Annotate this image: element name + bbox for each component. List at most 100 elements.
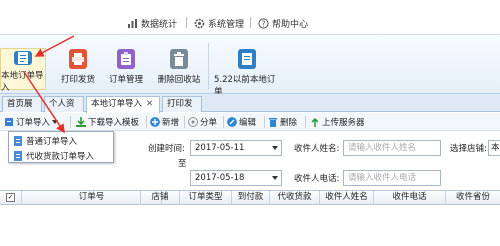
svg-text:?: ?	[262, 19, 266, 28]
created-time-label: 创建时间:	[148, 144, 185, 154]
delete-label: 删除	[280, 118, 298, 128]
toolbar-divider	[70, 116, 71, 128]
order-import-dropdown-button[interactable]: 订单导入	[4, 115, 59, 129]
ribbon-import-label: 本地订单导入	[1, 71, 44, 93]
gear-icon	[194, 18, 205, 28]
delete-button[interactable]: 删除	[268, 115, 297, 129]
edit-button[interactable]: 编辑	[227, 115, 256, 129]
col-collection[interactable]: 代收货款	[270, 191, 320, 205]
col-receiver-name[interactable]: 收件人姓名	[320, 191, 374, 205]
to-label: 至	[178, 159, 187, 169]
tab-print-ship[interactable]: 打印发货	[162, 96, 202, 124]
date-to-select[interactable]: 2017-05-18	[190, 170, 282, 186]
chart-icon	[128, 18, 137, 28]
split-button[interactable]: 分单	[188, 115, 217, 129]
ribbon-print-button[interactable]: 打印发货	[58, 49, 98, 85]
ribbon-print-label: 打印发货	[60, 75, 95, 85]
receiver-phone-placeholder: 请输入收件人电话	[348, 173, 417, 183]
upload-server-button[interactable]: 上传服务器	[310, 115, 365, 129]
col-receiver-province[interactable]: 收件省份	[446, 191, 500, 205]
receiver-name-label: 收件人姓名:	[294, 144, 340, 154]
help-icon: ?	[258, 17, 269, 29]
chevron-down-icon	[272, 146, 278, 150]
divider	[250, 17, 251, 28]
ribbon-recycle-label: 删除回收站	[157, 75, 201, 85]
download-template-label: 下载导入模板	[88, 118, 140, 128]
divider	[186, 17, 187, 28]
plus-circle-icon	[150, 117, 160, 127]
receiver-name-input[interactable]: 请输入收件人姓名	[343, 140, 441, 156]
receiver-name-placeholder: 请输入收件人姓名	[348, 143, 417, 153]
toolbar-divider	[264, 116, 265, 128]
new-label: 新增	[162, 118, 180, 128]
order-grid: ✓ 订单号 店铺 订单类型 到付款 代收货款 收件人姓名 收件电话 收件省份	[0, 190, 500, 246]
ribbon-import-button[interactable]: 本地订单导入	[0, 48, 46, 93]
ribbon: 本地订单导入 打印发货 订单管理 删除回收站 5.22以前本地订单	[0, 34, 500, 97]
shop-value: 本	[491, 143, 500, 153]
shop-label: 选择店铺:	[450, 144, 487, 154]
col-cod-pay[interactable]: 到付款	[232, 191, 270, 205]
edit-label: 编辑	[239, 118, 257, 128]
select-all-cell: ✓	[0, 191, 22, 205]
download-icon	[76, 117, 86, 127]
toolbar-divider	[184, 116, 185, 128]
date-from-value: 2017-05-11	[195, 143, 245, 153]
chevron-down-icon	[272, 176, 278, 180]
tab-strip: 首页展示 个人资料 本地订单导入✕ 打印发货	[0, 94, 500, 124]
topbar-system-link[interactable]: 系统管理	[194, 16, 244, 30]
topbar-stats-label: 数据统计	[141, 19, 178, 30]
date-to-value: 2017-05-18	[195, 173, 245, 183]
topbar-stats-link[interactable]: 数据统计	[127, 16, 177, 30]
topbar-help-label: 帮助中心	[272, 19, 309, 30]
ribbon-order-manage-label: 订单管理	[108, 75, 143, 85]
menu-item-normal-import[interactable]: 普通订单导入	[13, 134, 77, 148]
chevron-down-icon	[52, 120, 59, 124]
topbar-system-label: 系统管理	[208, 19, 245, 30]
import-icon	[5, 118, 13, 126]
upload-icon	[311, 117, 319, 127]
new-button[interactable]: 新增	[150, 115, 179, 129]
document-icon	[14, 151, 22, 161]
trash-icon	[269, 118, 277, 127]
select-all-checkbox[interactable]: ✓	[6, 193, 15, 202]
edit-icon	[227, 117, 237, 127]
trash-icon	[170, 49, 188, 69]
top-bar: 数据统计 系统管理 ? 帮助中心	[0, 0, 500, 34]
order-import-label: 订单导入	[16, 118, 51, 128]
tab-local-order-import[interactable]: 本地订单导入 ✕	[86, 96, 160, 113]
ribbon-order-manage-button[interactable]: 订单管理	[106, 49, 146, 85]
legacy-order-icon	[238, 49, 256, 69]
toolbar-divider	[223, 116, 224, 128]
split-icon	[188, 117, 198, 127]
ribbon-legacy-orders-button[interactable]: 5.22以前本地订单	[214, 49, 280, 97]
menu-item-cod-import[interactable]: 代收货款订单导入	[13, 149, 94, 163]
tab-profile[interactable]: 个人资料	[44, 96, 84, 124]
tab-local-order-import-label: 本地订单导入	[91, 99, 143, 109]
order-manage-icon	[117, 49, 135, 69]
order-import-menu: 普通订单导入 代收货款订单导入	[8, 131, 114, 163]
document-icon	[14, 136, 22, 146]
menu-item-normal-import-label: 普通订单导入	[26, 137, 78, 147]
shop-select[interactable]: 本	[488, 140, 500, 156]
receiver-phone-input[interactable]: 请输入收件人电话	[343, 170, 441, 186]
toolbar-divider	[305, 116, 306, 128]
date-from-select[interactable]: 2017-05-11	[190, 140, 282, 156]
upload-label: 上传服务器	[322, 118, 365, 128]
receiver-phone-label: 收件人电话:	[294, 174, 340, 184]
download-template-button[interactable]: 下载导入模板	[76, 115, 139, 129]
tab-home[interactable]: 首页展示	[2, 96, 42, 124]
col-receiver-phone[interactable]: 收件电话	[374, 191, 446, 205]
menu-item-cod-import-label: 代收货款订单导入	[26, 152, 95, 162]
import-doc-icon	[14, 51, 32, 65]
split-label: 分单	[200, 118, 218, 128]
toolbar: 订单导入 下载导入模板 新增 分单 编辑 删除 上传服务器	[0, 113, 500, 131]
topbar-help-link[interactable]: ? 帮助中心	[258, 16, 308, 30]
col-shop[interactable]: 店铺	[140, 191, 180, 205]
toolbar-divider	[146, 116, 147, 128]
ribbon-recycle-button[interactable]: 删除回收站	[156, 49, 202, 85]
printer-icon	[69, 49, 87, 69]
grid-header: ✓ 订单号 店铺 订单类型 到付款 代收货款 收件人姓名 收件电话 收件省份	[0, 191, 500, 205]
close-icon[interactable]: ✕	[146, 99, 153, 109]
ribbon-divider	[208, 43, 209, 89]
col-order-type[interactable]: 订单类型	[180, 191, 232, 205]
